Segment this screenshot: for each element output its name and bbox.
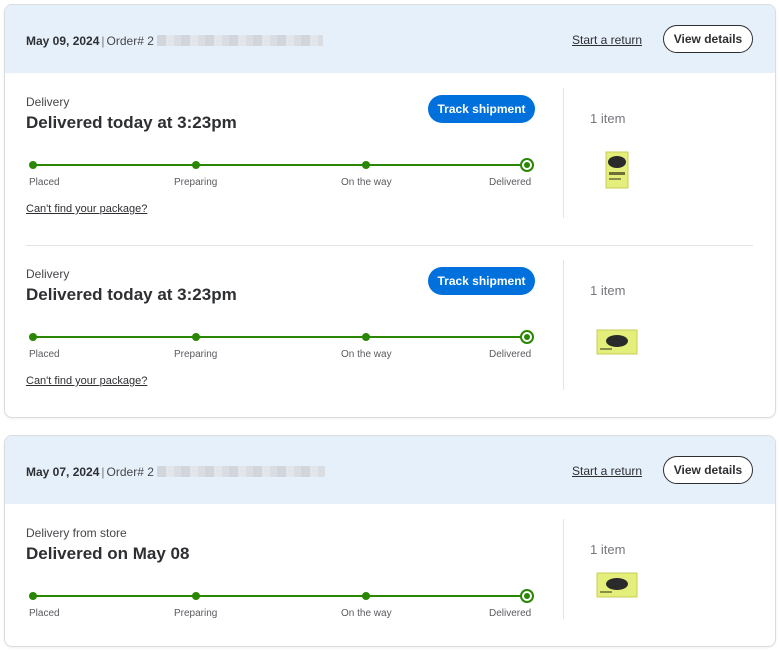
start-return-link[interactable]: Start a return	[572, 33, 642, 47]
view-details-button[interactable]: View details	[663, 456, 753, 484]
cant-find-package-link[interactable]: Can't find your package?	[26, 375, 147, 387]
step-label-preparing: Preparing	[174, 349, 218, 360]
product-thumbnail[interactable]	[596, 570, 638, 605]
step-dot-on-the-way	[362, 333, 370, 341]
step-label-delivered: Delivered	[489, 349, 532, 360]
step-dot-placed	[29, 161, 37, 169]
step-dot-placed	[29, 333, 37, 341]
order-date: May 07, 2024	[26, 465, 100, 479]
vertical-divider	[563, 88, 564, 218]
redacted-order-number	[156, 35, 323, 46]
step-dot-delivered	[520, 589, 534, 603]
step-label-preparing: Preparing	[174, 177, 218, 188]
step-dot-delivered	[520, 158, 534, 172]
shipment-section: Delivery Delivered today at 3:23pm Track…	[5, 260, 775, 417]
shipment-divider	[26, 245, 753, 246]
step-label-placed: Placed	[29, 608, 60, 619]
track-shipment-button[interactable]: Track shipment	[428, 267, 535, 295]
track-shipment-button[interactable]: Track shipment	[428, 95, 535, 123]
delivery-status: Delivered today at 3:23pm	[26, 113, 237, 132]
order-date: May 09, 2024	[26, 34, 100, 48]
delivery-status: Delivered on May 08	[26, 544, 190, 563]
order-number: Order# 2	[106, 34, 154, 48]
order-card: May 09, 2024 | Order# 2 Start a return Vie…	[4, 4, 776, 418]
shipment-type: Delivery	[26, 267, 70, 281]
order-card: May 07, 2024 | Order# 2 Start a return Vie…	[4, 435, 776, 647]
step-dot-placed	[29, 592, 37, 600]
step-label-preparing: Preparing	[174, 608, 218, 619]
step-dot-preparing	[192, 592, 200, 600]
step-dot-delivered	[520, 330, 534, 344]
shipment-section: Delivery Delivered today at 3:23pm Track…	[5, 88, 775, 245]
progress-line	[32, 164, 528, 166]
order-number: Order# 2	[106, 465, 154, 479]
cant-find-package-link[interactable]: Can't find your package?	[26, 203, 147, 215]
step-label-on-the-way: On the way	[341, 177, 392, 188]
vertical-divider	[563, 519, 564, 619]
step-label-on-the-way: On the way	[341, 349, 392, 360]
order-header-info: May 09, 2024 | Order# 2	[26, 34, 323, 48]
progress-tracker: Placed Preparing On the way Delivered	[26, 155, 536, 195]
step-dot-preparing	[192, 333, 200, 341]
shipment-type: Delivery	[26, 95, 70, 109]
item-count: 1 item	[590, 111, 626, 126]
redacted-order-number	[156, 466, 325, 477]
step-label-on-the-way: On the way	[341, 608, 392, 619]
step-label-placed: Placed	[29, 177, 60, 188]
start-return-link[interactable]: Start a return	[572, 464, 642, 478]
order-header: May 07, 2024 | Order# 2 Start a return Vie…	[5, 436, 775, 504]
progress-line	[32, 595, 528, 597]
item-count: 1 item	[590, 542, 626, 557]
step-dot-on-the-way	[362, 161, 370, 169]
step-label-delivered: Delivered	[489, 177, 532, 188]
delivery-status: Delivered today at 3:23pm	[26, 285, 237, 304]
product-thumbnail[interactable]	[603, 150, 631, 195]
step-label-placed: Placed	[29, 349, 60, 360]
step-label-delivered: Delivered	[489, 608, 532, 619]
view-details-button[interactable]: View details	[663, 25, 753, 53]
shipment-type: Delivery from store	[26, 526, 127, 540]
progress-line	[32, 336, 528, 338]
shipment-section: Delivery from store Delivered on May 08 …	[5, 519, 775, 646]
item-count: 1 item	[590, 283, 626, 298]
product-thumbnail[interactable]	[596, 327, 638, 362]
step-dot-preparing	[192, 161, 200, 169]
progress-tracker: Placed Preparing On the way Delivered	[26, 586, 536, 626]
vertical-divider	[563, 260, 564, 390]
order-header-info: May 07, 2024 | Order# 2	[26, 465, 325, 479]
progress-tracker: Placed Preparing On the way Delivered	[26, 327, 536, 367]
step-dot-on-the-way	[362, 592, 370, 600]
order-header: May 09, 2024 | Order# 2 Start a return Vie…	[5, 5, 775, 73]
